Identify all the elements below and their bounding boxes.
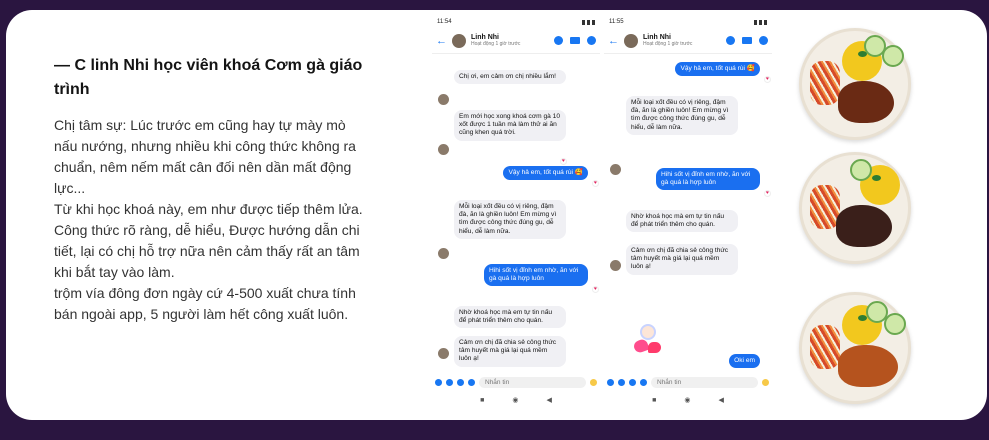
heart-reaction-icon: ♥ [592, 286, 599, 293]
heart-reaction-icon: ♥ [592, 180, 599, 187]
contact-name[interactable]: Linh Nhi [471, 34, 549, 41]
avatar [438, 248, 449, 259]
message-bubble[interactable]: Cảm ơn chị đã chia sẻ công thức tâm huyế… [454, 336, 566, 367]
back-arrow-icon[interactable]: ← [436, 35, 447, 47]
avatar [438, 144, 449, 155]
emoji-icon[interactable] [762, 378, 769, 386]
avatar [438, 348, 449, 359]
system-navbar: ■ ◉ ◀ [432, 394, 600, 406]
contact-status: Hoạt động 1 giờ trước [471, 41, 521, 47]
nav-square-icon[interactable]: ■ [480, 397, 484, 404]
message-bubble[interactable]: Em mới học xong khoá cơm gà 10 xốt được … [454, 110, 566, 141]
camera-icon[interactable] [618, 378, 625, 386]
info-icon[interactable] [587, 36, 596, 45]
nav-back-icon[interactable]: ◀ [546, 396, 551, 404]
mic-icon[interactable] [468, 378, 475, 386]
message-bubble[interactable]: Hihi sốt vị đỉnh em nhờ, ăn với gà quá l… [656, 168, 760, 191]
chicken-rice-plate-image [799, 28, 911, 140]
message-bubble[interactable]: Vậy hả em, tốt quá rùi 🥰 [503, 166, 588, 181]
chat-header: ← Linh Nhi Hoạt động 1 giờ trước [432, 28, 600, 54]
message-list[interactable]: Vậy hả em, tốt quá rùi 🥰 ♥ Mỗi loại xốt … [604, 54, 772, 369]
testimonial-paragraph: Chị tâm sự: Lúc trước em cũng hay tự mày… [54, 117, 356, 196]
status-time: 11:54 [437, 19, 452, 25]
message-composer: Nhắn tin [604, 376, 772, 388]
video-call-icon[interactable] [742, 37, 752, 44]
message-list[interactable]: Chị ơi, em cảm ơn chị nhiều lắm! Em mới … [432, 54, 600, 369]
emoji-icon[interactable] [590, 378, 597, 386]
message-composer: Nhắn tin [432, 376, 600, 388]
testimonial-title: — C linh Nhi học viên khoá Cơm gà giáo t… [54, 57, 363, 98]
message-bubble[interactable]: Hihi sốt vị đỉnh em nhờ, ăn với gà quá l… [484, 264, 588, 287]
system-navbar: ■ ◉ ◀ [604, 394, 772, 406]
status-time: 11:55 [609, 19, 624, 25]
message-bubble[interactable]: Vậy hả em, tốt quá rùi 🥰 [675, 62, 760, 77]
back-arrow-icon[interactable]: ← [608, 35, 619, 47]
plus-icon[interactable] [607, 378, 614, 386]
signal-icon [582, 19, 595, 25]
chicken-rice-plate-image [799, 292, 911, 404]
chat-screenshot-2: 11:55 ← Linh Nhi Hoạt động 1 giờ trước V… [604, 16, 772, 406]
message-input[interactable]: Nhắn tin [479, 376, 586, 388]
avatar [610, 164, 621, 175]
testimonial-paragraph: Từ khi học khoá này, em như được tiếp th… [54, 201, 363, 280]
message-bubble[interactable]: Nhờ khoá học mà em tự tin nấu để phát tr… [626, 210, 738, 233]
avatar[interactable] [452, 33, 466, 48]
info-icon[interactable] [759, 36, 768, 45]
message-bubble[interactable]: Nhờ khoá học mà em tự tin nấu để phát tr… [454, 306, 566, 329]
plus-icon[interactable] [435, 378, 442, 386]
chat-header: ← Linh Nhi Hoạt động 1 giờ trước [604, 28, 772, 54]
heart-reaction-icon: ♥ [764, 76, 771, 83]
nav-back-icon[interactable]: ◀ [718, 396, 723, 404]
love-sticker[interactable] [630, 322, 666, 362]
nav-circle-icon[interactable]: ◉ [684, 396, 690, 404]
message-bubble[interactable]: Oki em [729, 354, 760, 369]
image-icon[interactable] [629, 378, 636, 386]
contact-status: Hoạt động 1 giờ trước [643, 41, 693, 47]
phone-call-icon[interactable] [726, 36, 735, 45]
message-bubble[interactable]: Mỗi loại xốt đều có vị riêng, đậm đà, ăn… [454, 200, 566, 239]
testimonial-text: — C linh Nhi học viên khoá Cơm gà giáo t… [54, 54, 364, 325]
phone-call-icon[interactable] [554, 36, 563, 45]
nav-circle-icon[interactable]: ◉ [512, 396, 518, 404]
contact-name[interactable]: Linh Nhi [643, 34, 721, 41]
testimonial-paragraph: trộm vía đông đơn ngày cứ 4-500 xuất chư… [54, 285, 356, 322]
mic-icon[interactable] [640, 378, 647, 386]
avatar[interactable] [624, 33, 638, 48]
nav-square-icon[interactable]: ■ [652, 397, 656, 404]
video-call-icon[interactable] [570, 37, 580, 44]
testimonial-body: Chị tâm sự: Lúc trước em cũng hay tự mày… [54, 115, 364, 325]
heart-reaction-icon: ♥ [764, 190, 771, 197]
status-bar: 11:54 [432, 16, 600, 28]
message-bubble[interactable]: Chị ơi, em cảm ơn chị nhiều lắm! [454, 70, 566, 85]
status-bar: 11:55 [604, 16, 772, 28]
camera-icon[interactable] [446, 378, 453, 386]
message-input[interactable]: Nhắn tin [651, 376, 758, 388]
avatar [610, 260, 621, 271]
signal-icon [754, 19, 767, 25]
chat-screenshot-1: 11:54 ← Linh Nhi Hoạt động 1 giờ trước C… [432, 16, 600, 406]
message-bubble[interactable]: Mỗi loại xốt đều có vị riêng, đậm đà, ăn… [626, 96, 738, 135]
message-bubble[interactable]: Cảm ơn chị đã chia sẻ công thức tâm huyế… [626, 244, 738, 275]
heart-reaction-icon: ♥ [560, 158, 567, 165]
image-icon[interactable] [457, 378, 464, 386]
chicken-rice-plate-image [799, 152, 911, 264]
avatar [438, 94, 449, 105]
